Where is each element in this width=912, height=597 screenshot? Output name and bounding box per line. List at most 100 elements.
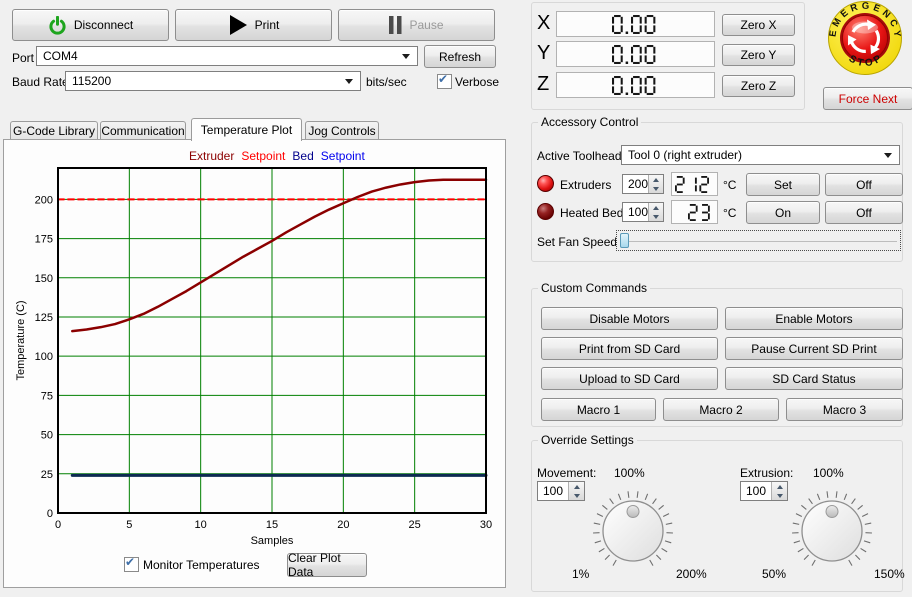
- monitor-temperatures-checkbox[interactable]: ✔: [124, 557, 139, 572]
- extrusion-max-pct: 150%: [874, 567, 905, 581]
- button-label: Macro 3: [823, 403, 866, 417]
- extruder-set-button[interactable]: Set: [746, 173, 820, 196]
- tab-communication[interactable]: Communication: [100, 121, 186, 139]
- refresh-button[interactable]: Refresh: [424, 45, 496, 68]
- baud-rate-value: 115200: [72, 74, 111, 88]
- svg-text:75: 75: [41, 390, 53, 402]
- fan-speed-slider[interactable]: [616, 230, 901, 251]
- movement-label: Movement:: [537, 466, 596, 480]
- custom-commands-title: Custom Commands: [538, 281, 650, 295]
- print-from-sd-button[interactable]: Print from SD Card: [541, 337, 718, 360]
- bed-setpoint-spinner[interactable]: 100: [622, 202, 664, 222]
- y-position-display: [556, 41, 715, 67]
- button-label: SD Card Status: [772, 372, 855, 386]
- active-toolhead-select[interactable]: Tool 0 (right extruder): [621, 145, 900, 165]
- svg-text:50: 50: [41, 430, 53, 442]
- zero-z-button[interactable]: Zero Z: [722, 75, 795, 97]
- temperature-chart: 0510152025300255075100125150175200Sample…: [9, 146, 501, 556]
- extruder-temp-display: [671, 172, 718, 196]
- tab-label: G-Code Library: [13, 124, 95, 138]
- refresh-label: Refresh: [439, 50, 481, 64]
- on-label: On: [775, 206, 791, 220]
- extruder-setpoint-value: 200: [623, 175, 648, 193]
- tab-label: Communication: [101, 124, 184, 138]
- svg-text:25: 25: [409, 519, 421, 531]
- zero-z-label: Zero Z: [741, 79, 776, 93]
- tab-gcode-library[interactable]: G-Code Library: [10, 121, 98, 139]
- macro-3-button[interactable]: Macro 3: [786, 398, 903, 421]
- play-icon: [228, 14, 248, 36]
- spinner-arrows[interactable]: [648, 203, 663, 221]
- pause-label: Pause: [409, 18, 443, 32]
- button-label: Print from SD Card: [579, 342, 680, 356]
- tab-jog-controls[interactable]: Jog Controls: [305, 121, 379, 139]
- zero-x-button[interactable]: Zero X: [722, 14, 795, 36]
- fan-slider-handle[interactable]: [620, 233, 629, 248]
- clear-plot-label: Clear Plot Data: [288, 551, 366, 579]
- print-label: Print: [255, 18, 280, 32]
- baud-rate-select[interactable]: 115200: [65, 71, 361, 91]
- z-position-display: [556, 72, 715, 98]
- clear-plot-data-button[interactable]: Clear Plot Data: [287, 553, 367, 577]
- disconnect-button[interactable]: Disconnect: [12, 9, 169, 41]
- tab-temperature-plot[interactable]: Temperature Plot: [191, 118, 302, 141]
- set-label: Set: [774, 178, 792, 192]
- extruder-units-label: °C: [723, 178, 736, 192]
- movement-knob[interactable]: [590, 486, 676, 574]
- pause-button[interactable]: Pause: [338, 9, 495, 41]
- extrusion-knob[interactable]: [789, 486, 875, 574]
- monitor-temperatures-label: Monitor Temperatures: [143, 558, 260, 572]
- sd-card-status-button[interactable]: SD Card Status: [725, 367, 903, 390]
- override-settings-title: Override Settings: [538, 433, 637, 447]
- extrusion-value: 100: [741, 482, 771, 500]
- upload-to-sd-button[interactable]: Upload to SD Card: [541, 367, 718, 390]
- svg-text:0: 0: [55, 519, 61, 531]
- zero-y-label: Zero Y: [741, 48, 777, 62]
- fan-speed-label: Set Fan Speed: [537, 235, 617, 249]
- force-next-button[interactable]: Force Next: [823, 87, 912, 110]
- disable-motors-button[interactable]: Disable Motors: [541, 307, 718, 330]
- x-axis-label: X: [537, 12, 550, 35]
- spinner-arrows[interactable]: [648, 175, 663, 193]
- x-position-display: [556, 11, 715, 37]
- accessory-control-title: Accessory Control: [538, 115, 641, 129]
- off-label: Off: [856, 206, 872, 220]
- extruder-setpoint-spinner[interactable]: 200: [622, 174, 664, 194]
- svg-text:20: 20: [337, 519, 349, 531]
- active-toolhead-label: Active Toolhead: [537, 149, 622, 163]
- port-select[interactable]: COM4: [36, 46, 418, 66]
- emergency-stop-button[interactable]: EMERGENCY STOP: [824, 0, 906, 78]
- bed-on-button[interactable]: On: [746, 201, 820, 224]
- svg-text:200: 200: [35, 194, 53, 206]
- baud-units-label: bits/sec: [366, 75, 407, 89]
- heated-bed-label: Heated Bed: [560, 206, 623, 220]
- macro-2-button[interactable]: Macro 2: [663, 398, 779, 421]
- pause-icon: [389, 16, 402, 34]
- extrusion-override-spinner[interactable]: 100: [740, 481, 788, 501]
- verbose-checkbox[interactable]: ✔: [437, 74, 452, 89]
- movement-top-pct: 100%: [614, 466, 645, 480]
- enable-motors-button[interactable]: Enable Motors: [725, 307, 903, 330]
- bed-off-button[interactable]: Off: [825, 201, 903, 224]
- port-label: Port: [12, 51, 34, 65]
- extruder-off-button[interactable]: Off: [825, 173, 903, 196]
- movement-value: 100: [538, 482, 568, 500]
- button-label: Disable Motors: [589, 312, 669, 326]
- power-icon: [48, 16, 67, 35]
- button-label: Macro 1: [577, 403, 620, 417]
- pause-sd-print-button[interactable]: Pause Current SD Print: [725, 337, 903, 360]
- check-icon: ✔: [438, 72, 448, 86]
- extrusion-label: Extrusion:: [740, 466, 793, 480]
- zero-y-button[interactable]: Zero Y: [722, 44, 795, 66]
- spinner-arrows[interactable]: [771, 482, 787, 500]
- svg-text:25: 25: [41, 469, 53, 481]
- movement-override-spinner[interactable]: 100: [537, 481, 585, 501]
- print-button[interactable]: Print: [175, 9, 332, 41]
- spinner-arrows[interactable]: [568, 482, 584, 500]
- button-label: Enable Motors: [775, 312, 852, 326]
- tab-label: Temperature Plot: [201, 123, 292, 137]
- svg-text:175: 175: [35, 234, 53, 246]
- button-label: Macro 2: [699, 403, 742, 417]
- macro-1-button[interactable]: Macro 1: [541, 398, 656, 421]
- disconnect-label: Disconnect: [74, 18, 133, 32]
